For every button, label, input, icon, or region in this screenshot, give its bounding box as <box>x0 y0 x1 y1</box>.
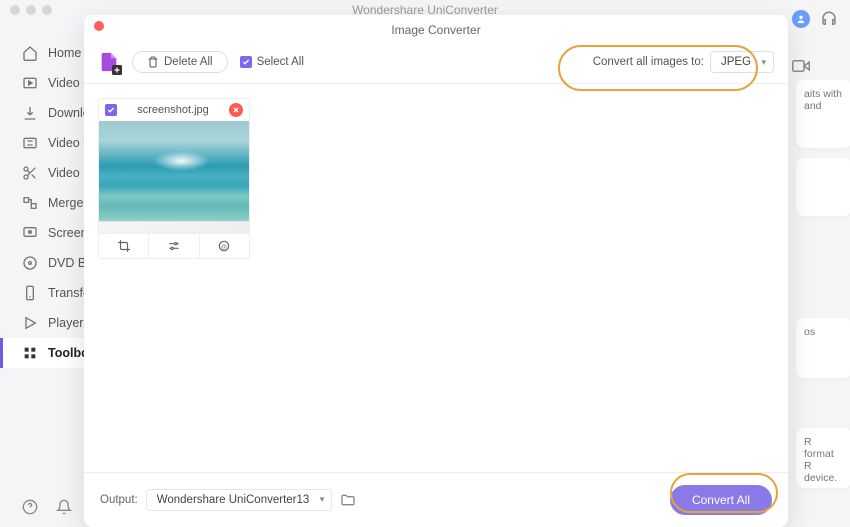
background-card: R formatR device. <box>796 428 850 488</box>
close-window-icon[interactable] <box>10 5 20 15</box>
disc-icon <box>22 255 38 271</box>
watermark-icon: @ <box>217 239 231 253</box>
svg-text:@: @ <box>221 244 227 250</box>
remove-thumbnail-icon[interactable] <box>229 103 243 117</box>
thumbnail-info-bar <box>99 221 249 233</box>
add-file-icon[interactable] <box>98 51 120 73</box>
bell-icon[interactable] <box>56 499 72 515</box>
adjust-button[interactable] <box>148 234 198 258</box>
scissors-icon <box>22 165 38 181</box>
select-all-label: Select All <box>257 56 304 68</box>
thumbnail-checkbox[interactable] <box>105 104 117 116</box>
sidebar-item-label: Player <box>48 316 83 330</box>
maximize-window-icon[interactable] <box>42 5 52 15</box>
download-icon <box>22 105 38 121</box>
transfer-icon <box>22 285 38 301</box>
output-path-select[interactable]: Wondershare UniConverter13 <box>146 489 333 511</box>
select-all-checkbox[interactable]: Select All <box>240 56 304 68</box>
thumbnail-image <box>99 121 249 221</box>
panel-close-icon[interactable] <box>94 21 104 31</box>
sidebar-item-label: Home <box>48 46 81 60</box>
delete-all-label: Delete All <box>164 56 213 68</box>
convert-all-button[interactable]: Convert All <box>670 485 772 515</box>
help-icon[interactable] <box>22 499 38 515</box>
toolbar: Delete All Select All Convert all images… <box>84 45 788 84</box>
support-icon[interactable] <box>820 10 838 28</box>
crop-button[interactable] <box>99 234 148 258</box>
toolbox-icon <box>22 345 38 361</box>
open-folder-icon[interactable] <box>340 492 356 508</box>
image-converter-panel: Image Converter Delete All Select All C <box>84 15 788 527</box>
output-label: Output: <box>100 494 138 506</box>
thumbnail-grid: screenshot.jpg @ Crop <box>84 84 788 472</box>
output-path-value: Wondershare UniConverter13 <box>157 494 310 506</box>
background-card <box>796 158 850 216</box>
format-value: JPEG <box>721 56 751 68</box>
minimize-window-icon[interactable] <box>26 5 36 15</box>
compress-icon <box>22 135 38 151</box>
video-convert-icon <box>22 75 38 91</box>
crop-icon <box>117 239 131 253</box>
camera-icon[interactable] <box>792 57 810 75</box>
user-avatar-icon[interactable] <box>792 10 810 28</box>
panel-footer: Output: Wondershare UniConverter13 Conve… <box>84 472 788 527</box>
traffic-lights <box>10 5 52 15</box>
panel-title: Image Converter <box>84 21 788 45</box>
sliders-icon <box>167 239 181 253</box>
background-card: aits withand <box>796 80 850 148</box>
background-card: os <box>796 318 850 378</box>
image-thumbnail-card[interactable]: screenshot.jpg @ Crop <box>98 98 250 259</box>
sidebar-item-label: Merger <box>48 196 88 210</box>
checkbox-checked-icon <box>240 56 252 68</box>
convert-to-label: Convert all images to: <box>593 56 704 68</box>
delete-all-button[interactable]: Delete All <box>132 51 228 73</box>
play-icon <box>22 315 38 331</box>
output-format-select[interactable]: JPEG <box>710 51 774 73</box>
home-icon <box>22 45 38 61</box>
merge-icon <box>22 195 38 211</box>
thumbnail-filename: screenshot.jpg <box>123 104 223 116</box>
trash-icon <box>147 56 159 68</box>
screen-record-icon <box>22 225 38 241</box>
watermark-button[interactable]: @ <box>199 234 249 258</box>
